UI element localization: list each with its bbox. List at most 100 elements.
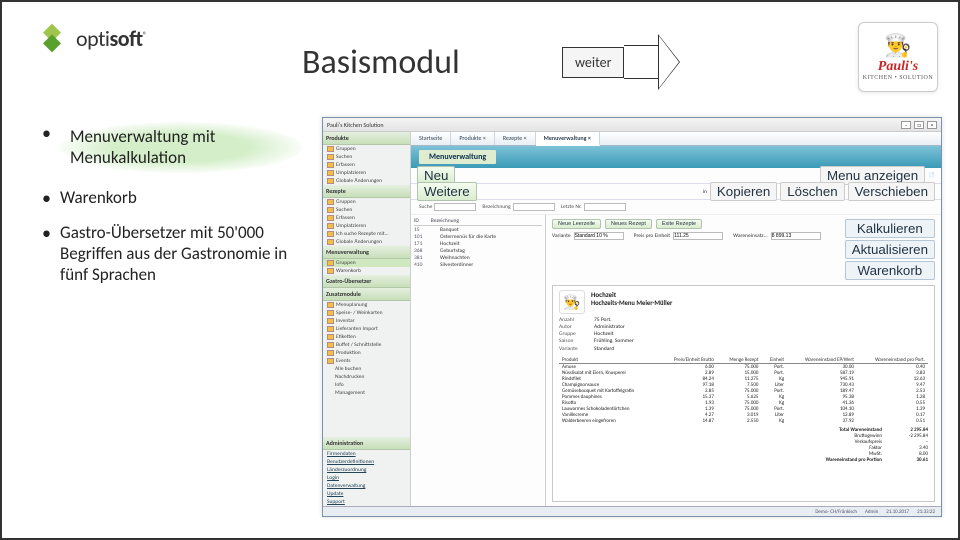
sidebar-item[interactable]: Suchen: [323, 206, 410, 214]
admin-link[interactable]: Länderzuordnung: [323, 466, 410, 474]
admin-link[interactable]: Benutzerdefinitionen: [323, 458, 410, 466]
list-row[interactable]: 410Silvesterdinner: [414, 261, 542, 268]
app-main: Startseite Produkte × Rezepte × Menuverw…: [411, 132, 941, 506]
close-icon[interactable]: ×: [927, 121, 937, 129]
admin-link[interactable]: Support: [323, 498, 410, 506]
lbl-bezeichnung: Bezeichnung: [482, 204, 510, 210]
sb-header-rezepte[interactable]: Rezepte: [323, 185, 410, 198]
list-row[interactable]: 381Weihnachten: [414, 254, 542, 261]
list-row[interactable]: 15Banquet: [414, 226, 542, 233]
admin-link[interactable]: Login: [323, 474, 410, 482]
sidebar-subitem[interactable]: Info: [323, 381, 410, 389]
sidebar-item[interactable]: Gruppen: [323, 259, 410, 267]
doc-title: Hochzeits-Menu Meier-Müller: [591, 299, 672, 307]
lbl-variante: Variante: [552, 233, 571, 239]
sidebar-item[interactable]: Umplatzieren: [323, 169, 410, 177]
folder-icon: [327, 146, 334, 152]
btn-warenkorb[interactable]: Warenkorb: [845, 261, 935, 280]
input-wareneinsatz[interactable]: [771, 232, 821, 240]
sb-header-admin[interactable]: Administration: [323, 437, 410, 450]
label-in: in: [703, 189, 707, 195]
tab-menuverwaltung[interactable]: Menuverwaltung ×: [536, 132, 600, 146]
folder-icon: [327, 342, 334, 348]
tab-close-icon[interactable]: ×: [588, 134, 591, 142]
sidebar-item[interactable]: Erfassen: [323, 214, 410, 222]
doc-logo-icon: 👨‍🍳: [559, 290, 585, 314]
maximize-icon[interactable]: □: [914, 121, 924, 129]
sidebar-item[interactable]: Events: [323, 357, 410, 365]
sb-header-uebersetzer[interactable]: Gastro-Übersetzer: [323, 275, 410, 288]
sidebar-item[interactable]: Produktion: [323, 349, 410, 357]
folder-icon: [327, 358, 334, 364]
sidebar-item[interactable]: Buffet / Schnittstelle: [323, 341, 410, 349]
optisoft-wordmark: optisoft®: [76, 25, 146, 52]
status-user: Admin: [865, 509, 878, 515]
list-row[interactable]: 101Ostermenüs für die Karte: [414, 233, 542, 240]
btn-neue-leerzeile[interactable]: Neue Leerzeile: [552, 219, 601, 229]
input-suche[interactable]: [434, 203, 476, 211]
sb-header-produkte[interactable]: Produkte: [323, 132, 410, 145]
list-row[interactable]: 171Hochzeit: [414, 240, 542, 247]
sidebar-item[interactable]: Ich suche Rezepte mit...: [323, 230, 410, 238]
sidebar-item[interactable]: Etiketten: [323, 333, 410, 341]
tab-startseite[interactable]: Startseite: [411, 132, 451, 145]
sidebar-item[interactable]: Lieferanten Import: [323, 325, 410, 333]
btn-neues-rezept[interactable]: Neues Rezept: [605, 219, 652, 229]
btn-verschieben[interactable]: Verschieben: [848, 182, 935, 201]
status-time: 21:33:22: [917, 509, 935, 515]
sidebar-subitem[interactable]: Nachdrucken: [323, 373, 410, 381]
folder-icon: [327, 334, 334, 340]
window-controls: – □ ×: [901, 121, 937, 129]
btn-weitere[interactable]: Weitere: [417, 182, 477, 201]
status-demo: Demo- CH/Fränkisch: [815, 509, 857, 515]
sidebar-item[interactable]: Speise- / Weinkarten: [323, 309, 410, 317]
list-row[interactable]: 368Geburtstag: [414, 247, 542, 254]
btn-loeschen[interactable]: Löschen: [780, 182, 844, 201]
btn-kalkulieren[interactable]: Kalkulieren: [845, 219, 935, 238]
weiter-button[interactable]: weiter: [562, 34, 680, 90]
admin-link[interactable]: Datenverwaltung: [323, 482, 410, 490]
sidebar-item[interactable]: Gruppen: [323, 145, 410, 153]
input-bezeichnung[interactable]: [513, 203, 555, 211]
input-preis[interactable]: [673, 232, 723, 240]
btn-aktualisieren[interactable]: Aktualisieren: [845, 240, 935, 259]
sidebar-item[interactable]: Globale Änderungen: [323, 238, 410, 246]
admin-link[interactable]: Update: [323, 490, 410, 498]
minimize-icon[interactable]: –: [901, 121, 911, 129]
folder-icon: [327, 302, 334, 308]
sidebar-item[interactable]: Inventar: [323, 317, 410, 325]
arrow-body-icon: [624, 45, 658, 79]
sidebar-item[interactable]: Umplatzieren: [323, 222, 410, 230]
folder-icon: [327, 231, 334, 237]
tab-close-icon[interactable]: ×: [483, 134, 486, 142]
menu-list-pane: ID Bezeichnung 15Banquet101Ostermenüs fü…: [411, 215, 546, 506]
folder-icon: [327, 350, 334, 356]
sb-header-zusatzmodule[interactable]: Zusatzmodule: [323, 288, 410, 301]
tab-rezepte[interactable]: Rezepte ×: [495, 132, 536, 145]
app-screenshot: Pauli's Kitchen Solution – □ × Produkte …: [322, 117, 942, 517]
folder-icon: [327, 310, 334, 316]
tab-produkte[interactable]: Produkte ×: [451, 132, 495, 145]
input-letzte[interactable]: [584, 203, 626, 211]
sb-header-menuverwaltung[interactable]: Menuverwaltung: [323, 246, 410, 259]
input-variante[interactable]: [574, 232, 624, 240]
tab-close-icon[interactable]: ×: [524, 134, 527, 142]
status-date: 21.10.2017: [886, 509, 909, 515]
paulis-logo: 👨‍🍳 Pauli's KITCHEN • SOLUTION: [858, 22, 938, 92]
folder-icon: [327, 154, 334, 160]
sidebar-item[interactable]: Erfassen: [323, 161, 410, 169]
sidebar-item[interactable]: Warenkorb: [323, 267, 410, 275]
sidebar-item[interactable]: Gruppen: [323, 198, 410, 206]
sidebar-item[interactable]: Suchen: [323, 153, 410, 161]
btn-existe-rezepte[interactable]: Exite Rezepte: [656, 219, 702, 229]
toolbar-row-2: Weitere in Kopieren Löschen Verschieben: [411, 184, 941, 200]
sidebar-item[interactable]: Globale Änderungen: [323, 177, 410, 185]
btn-kopieren[interactable]: Kopieren: [710, 182, 777, 201]
folder-icon: [327, 223, 334, 229]
sidebar-subitem[interactable]: Alle buchen: [323, 365, 410, 373]
sidebar-item[interactable]: Menuplanung: [323, 301, 410, 309]
admin-link[interactable]: Firmendaten: [323, 450, 410, 458]
doc-title-small: Hochzeit: [591, 290, 672, 299]
doc-row: Walderbeeren eingefroren14.872.550Kg37.9…: [559, 418, 928, 424]
sidebar-subitem[interactable]: Management: [323, 389, 410, 397]
